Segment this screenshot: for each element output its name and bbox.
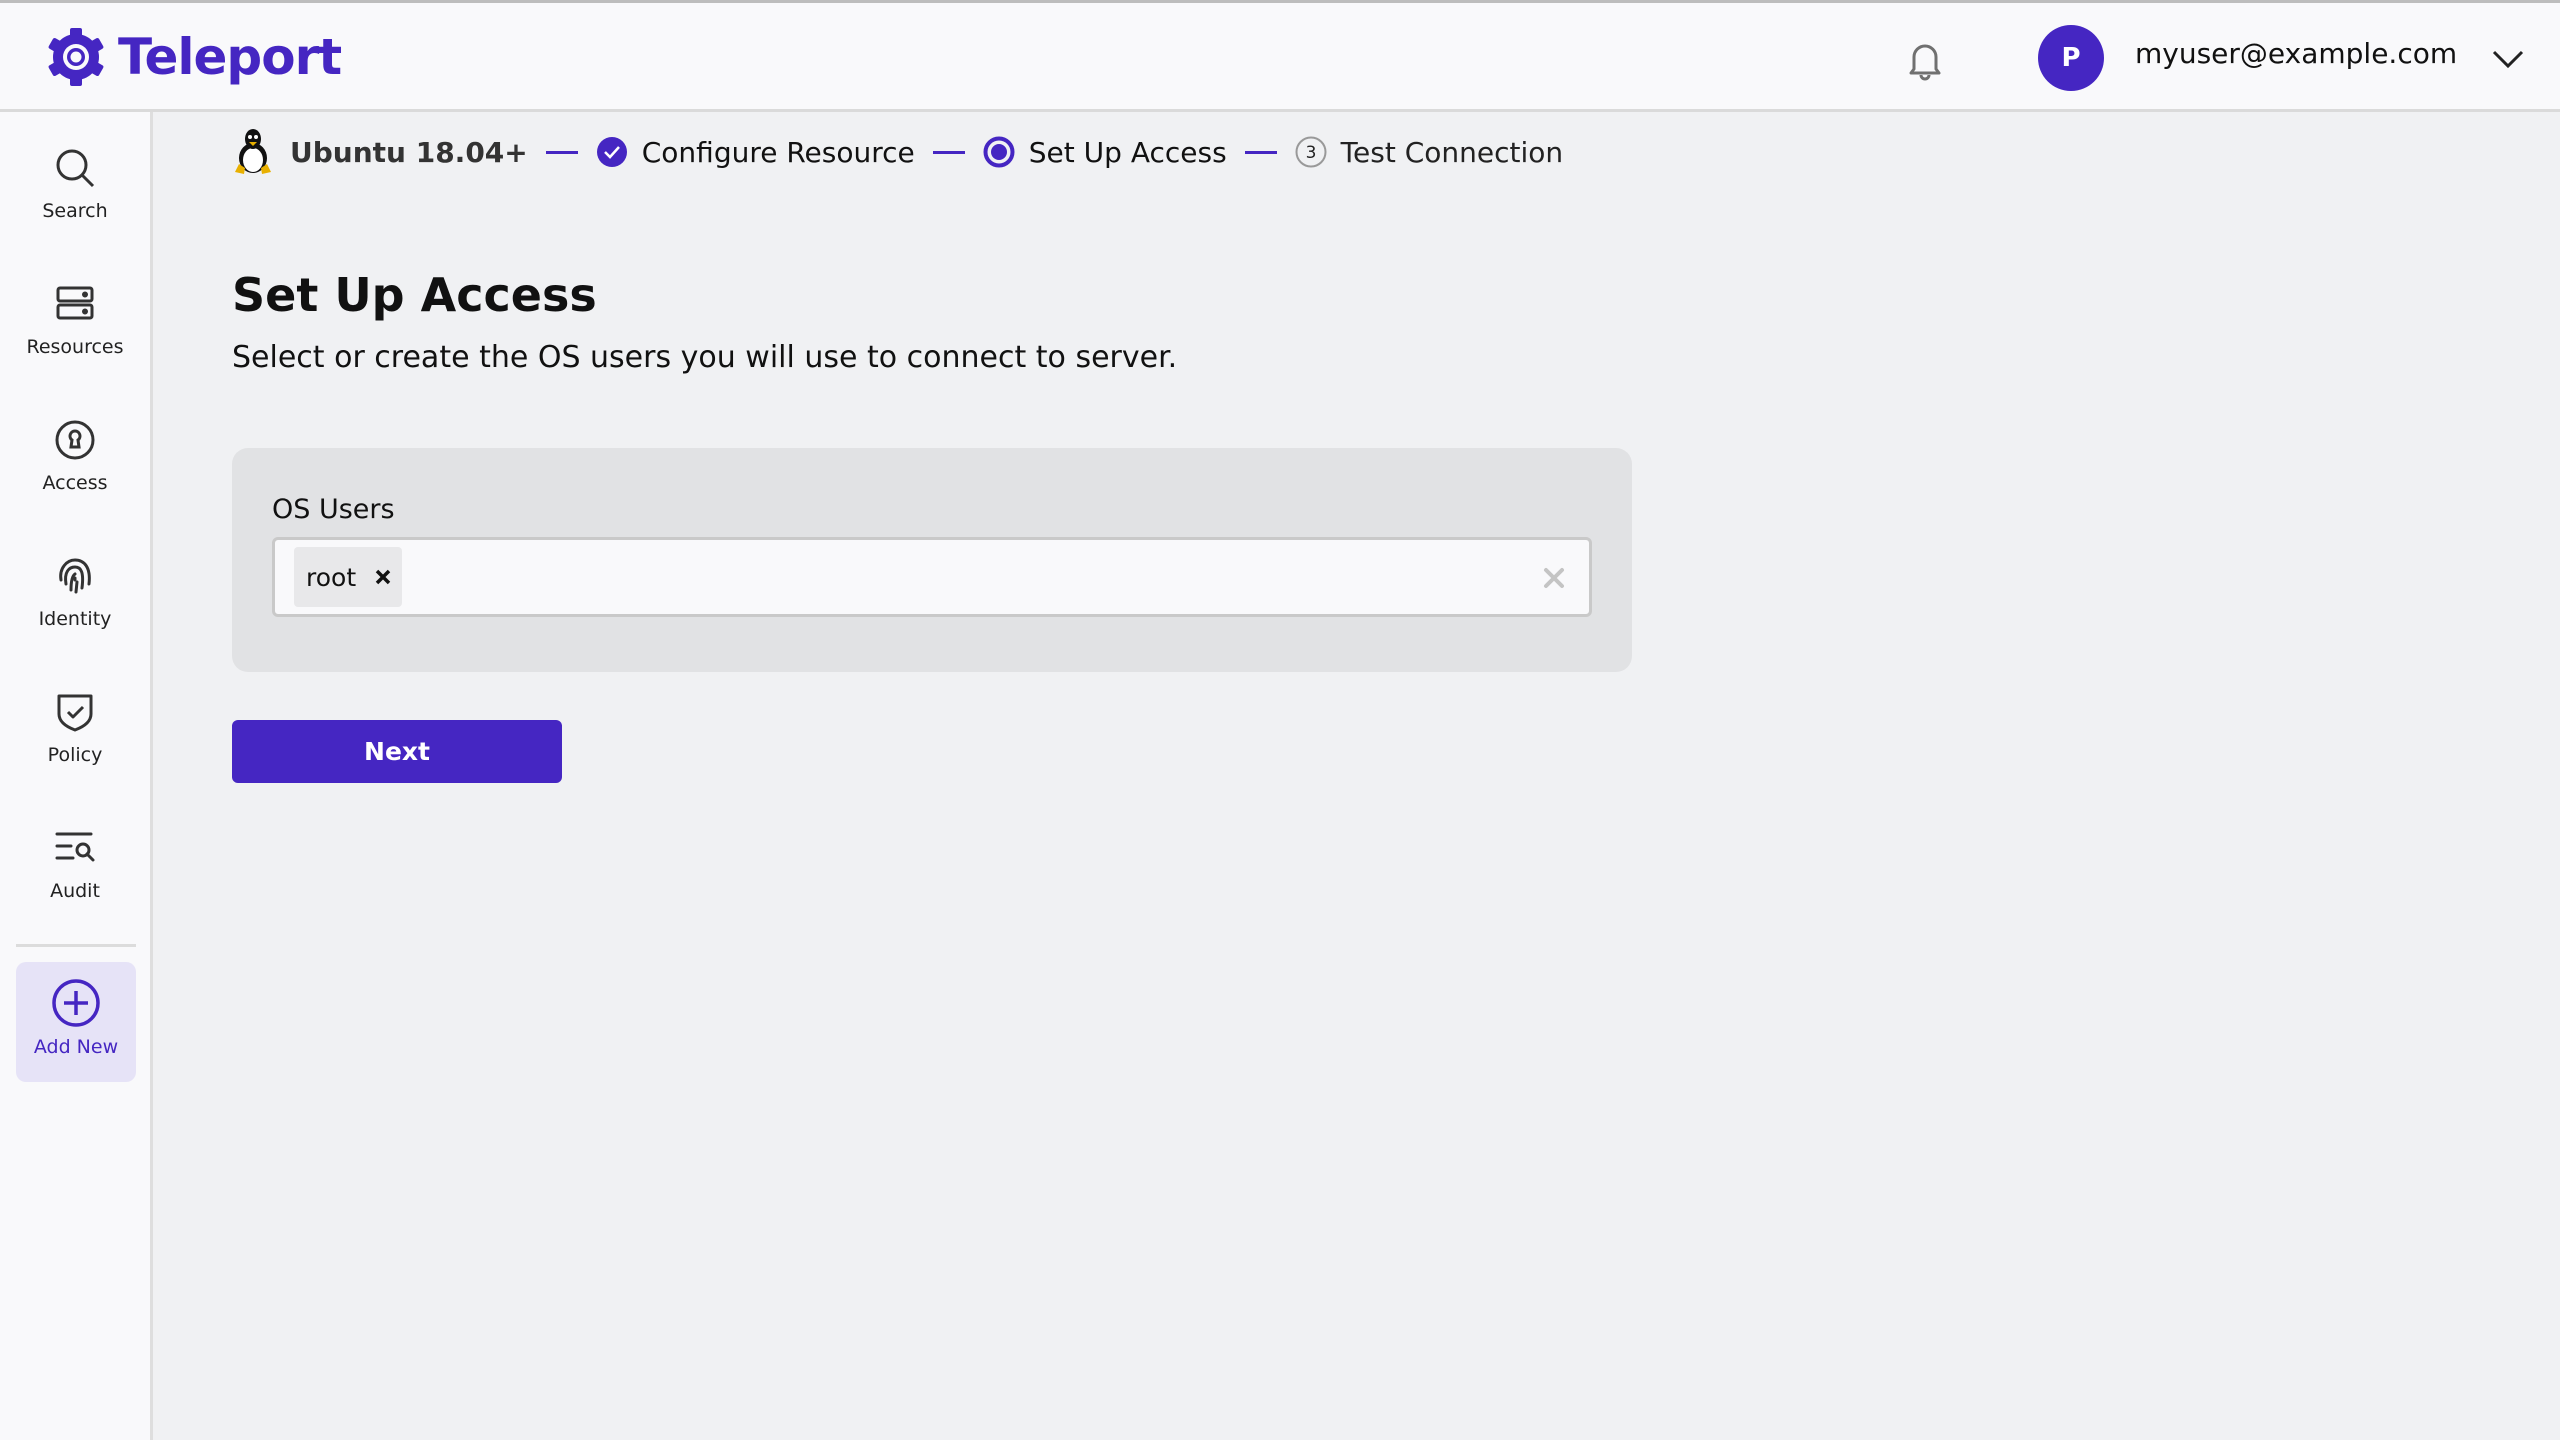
step-configure-resource: Configure Resource bbox=[596, 136, 915, 169]
sidebar-item-label: Access bbox=[42, 472, 108, 494]
bell-icon[interactable] bbox=[1902, 37, 1948, 83]
sidebar-item-label: Resources bbox=[26, 336, 124, 358]
sidebar-item-label: Search bbox=[42, 200, 108, 222]
step-set-up-access: Set Up Access bbox=[983, 136, 1227, 169]
chevron-down-icon[interactable] bbox=[2490, 45, 2526, 73]
step-label: Set Up Access bbox=[1028, 135, 1227, 169]
os-users-card: OS Users root bbox=[232, 448, 1632, 672]
clear-all-icon[interactable] bbox=[1543, 567, 1565, 589]
sidebar: Search Resources Access Identity Policy bbox=[0, 112, 153, 1440]
step-connector bbox=[932, 150, 965, 154]
step-number-icon: 3 bbox=[1295, 136, 1327, 168]
teleport-logo[interactable]: Teleport bbox=[46, 27, 342, 87]
step-label: Configure Resource bbox=[641, 135, 915, 169]
step-test-connection: 3 Test Connection bbox=[1295, 136, 1563, 169]
list-search-icon bbox=[55, 832, 95, 862]
add-new-button[interactable]: Add New bbox=[16, 962, 136, 1082]
linux-tux-icon bbox=[235, 129, 271, 174]
check-circle-icon bbox=[596, 137, 627, 167]
sidebar-item-access[interactable]: Access bbox=[0, 418, 150, 528]
page-title: Set Up Access bbox=[232, 268, 597, 322]
teleport-gear-icon bbox=[48, 28, 104, 86]
os-user-chip: root bbox=[294, 547, 402, 607]
sidebar-item-resources[interactable]: Resources bbox=[0, 282, 150, 392]
sidebar-divider bbox=[16, 944, 136, 947]
plus-circle-icon bbox=[52, 979, 100, 1027]
step-label: Test Connection bbox=[1340, 135, 1564, 169]
brand-name: Teleport bbox=[118, 28, 342, 86]
sidebar-item-search[interactable]: Search bbox=[0, 146, 150, 256]
search-icon bbox=[56, 149, 95, 188]
fingerprint-icon bbox=[59, 558, 91, 594]
user-avatar[interactable]: P bbox=[2038, 25, 2104, 91]
user-email[interactable]: myuser@example.com bbox=[2135, 37, 2457, 70]
top-bar: Teleport P myuser@example.com bbox=[0, 0, 2560, 112]
add-new-label: Add New bbox=[33, 1036, 119, 1058]
svg-text:3: 3 bbox=[1305, 143, 1316, 163]
step-connector bbox=[545, 150, 578, 154]
os-users-select[interactable]: root bbox=[272, 537, 1592, 617]
sidebar-item-label: Policy bbox=[47, 744, 103, 766]
current-step-icon bbox=[983, 136, 1015, 168]
sidebar-item-label: Audit bbox=[50, 880, 100, 902]
sidebar-item-identity[interactable]: Identity bbox=[0, 554, 150, 664]
sidebar-item-label: Identity bbox=[38, 608, 112, 630]
os-users-label: OS Users bbox=[272, 494, 395, 525]
shield-check-icon bbox=[57, 694, 93, 732]
resource-name: Ubuntu 18.04+ bbox=[290, 135, 528, 169]
keyhole-icon bbox=[55, 420, 95, 460]
remove-chip-icon[interactable] bbox=[374, 568, 392, 586]
server-icon bbox=[56, 286, 94, 320]
sidebar-item-audit[interactable]: Audit bbox=[0, 826, 150, 936]
os-user-chip-label: root bbox=[306, 562, 357, 592]
page-subtitle: Select or create the OS users you will u… bbox=[232, 340, 1178, 375]
setup-stepper: Ubuntu 18.04+ Configure Resource Set Up … bbox=[232, 126, 1563, 178]
next-button[interactable]: Next bbox=[232, 720, 562, 783]
sidebar-item-policy[interactable]: Policy bbox=[0, 690, 150, 800]
step-connector bbox=[1244, 150, 1277, 154]
